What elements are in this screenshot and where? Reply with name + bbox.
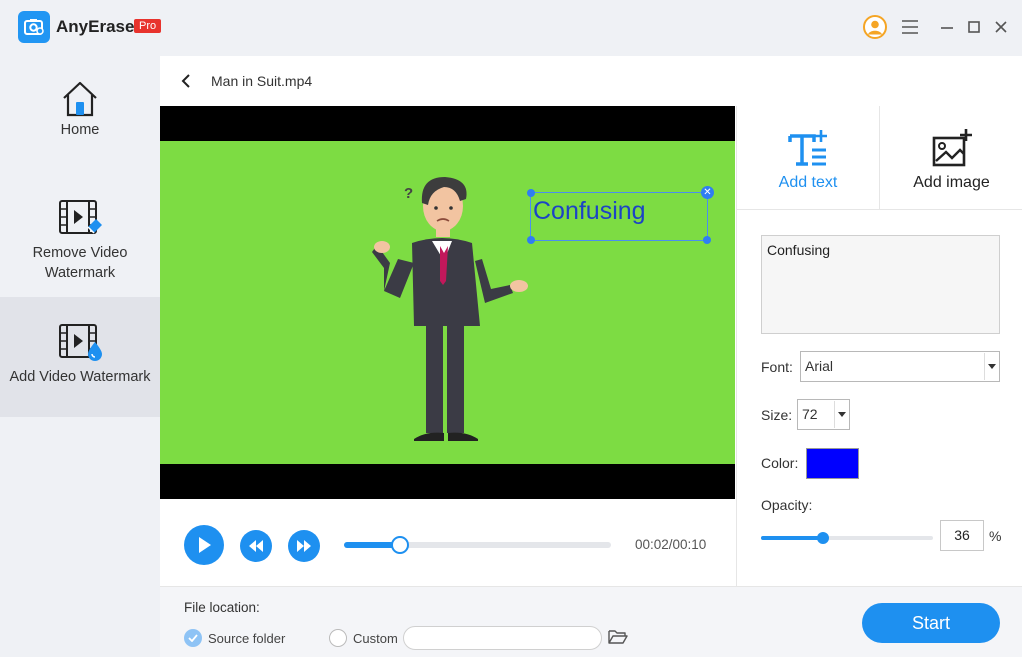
playback-progress-thumb[interactable] (391, 536, 410, 554)
add-image-icon (932, 129, 972, 167)
playback-time: 00:02/00:10 (635, 537, 707, 552)
watermark-settings-panel: Add text Add image Confusing Font: Arial… (736, 106, 1022, 586)
main-panel: Man in Suit.mp4 ? Confusing ✕ 00:02/00:1… (160, 56, 1022, 657)
pro-badge: Pro (134, 19, 162, 33)
add-video-watermark-icon (59, 324, 102, 361)
sidebar: Home Remove Video Watermark Add Video Wa… (0, 56, 160, 657)
file-header: Man in Suit.mp4 (160, 56, 1022, 106)
resize-handle-top-left[interactable] (527, 189, 535, 197)
player-controls: 00:02/00:10 (160, 499, 735, 586)
custom-path-input[interactable] (403, 626, 602, 650)
fast-forward-button[interactable] (288, 530, 320, 562)
custom-radio[interactable] (329, 629, 347, 647)
file-title: Man in Suit.mp4 (211, 73, 313, 89)
tab-add-image-label: Add image (913, 174, 990, 191)
video-preview: ? Confusing ✕ (160, 106, 735, 499)
maximize-icon[interactable] (963, 15, 985, 39)
sidebar-item-label: Home (60, 122, 100, 138)
remove-watermark-close-icon[interactable]: ✕ (701, 186, 714, 199)
sidebar-item-label: Remove Video Watermark (32, 245, 128, 281)
file-location-label: File location: (184, 600, 260, 615)
watermark-text-input[interactable]: Confusing (761, 235, 1000, 334)
size-select-value: 72 (802, 406, 818, 422)
check-icon (188, 634, 198, 642)
size-select[interactable]: 72 (797, 399, 850, 430)
sidebar-item-remove-video-watermark[interactable]: Remove Video Watermark (0, 197, 160, 297)
resize-handle-bottom-left[interactable] (527, 236, 535, 244)
sidebar-item-label: Add Video Watermark (9, 369, 151, 385)
question-mark: ? (404, 185, 413, 202)
color-label: Color: (761, 455, 799, 471)
resize-handle-bottom-right[interactable] (703, 236, 711, 244)
opacity-slider-fill (761, 536, 823, 540)
home-icon (63, 81, 97, 117)
font-select-value: Arial (805, 358, 834, 374)
playback-progress-bar[interactable] (344, 536, 611, 554)
color-swatch[interactable] (806, 448, 859, 479)
start-button[interactable]: Start (862, 603, 1000, 643)
app-logo-icon (18, 11, 50, 43)
opacity-unit: % (989, 528, 1002, 544)
account-icon[interactable] (862, 15, 888, 39)
source-folder-label: Source folder (208, 631, 286, 646)
title-bar: AnyErase Pro (0, 0, 1022, 56)
font-select[interactable]: Arial (800, 351, 1000, 382)
folder-icon[interactable] (608, 629, 628, 650)
chevron-down-icon (834, 401, 848, 428)
remove-video-watermark-icon (59, 200, 102, 234)
back-button[interactable] (178, 72, 194, 90)
menu-icon[interactable] (899, 15, 921, 39)
close-icon[interactable] (990, 15, 1012, 39)
opacity-slider[interactable] (761, 532, 933, 544)
font-label: Font: (761, 359, 793, 375)
play-button[interactable] (184, 525, 224, 565)
chevron-left-icon (181, 74, 190, 88)
watermark-text: Confusing (533, 197, 646, 225)
chevron-down-icon (984, 353, 998, 380)
bottom-bar: File location: Source folder Custom Star… (160, 586, 1022, 657)
watermark-text-box[interactable]: Confusing ✕ (527, 186, 714, 244)
source-folder-radio[interactable] (184, 629, 202, 647)
sidebar-item-add-video-watermark[interactable]: Add Video Watermark (0, 297, 160, 417)
sidebar-item-home[interactable]: Home (0, 78, 160, 178)
play-icon (199, 537, 211, 553)
fast-forward-icon (297, 540, 311, 552)
tab-add-image[interactable]: Add image (880, 106, 1022, 210)
rewind-button[interactable] (240, 530, 272, 562)
tab-add-text-label: Add text (778, 174, 838, 191)
man-in-suit-illustration: ? (372, 177, 528, 441)
custom-label: Custom (353, 631, 398, 646)
opacity-slider-thumb[interactable] (816, 532, 829, 544)
opacity-label: Opacity: (761, 497, 813, 513)
tab-add-text[interactable]: Add text (737, 106, 880, 210)
app-name: AnyErase (56, 17, 135, 36)
minimize-icon[interactable] (936, 15, 958, 39)
rewind-icon (249, 540, 263, 552)
add-text-icon (788, 130, 827, 166)
video-frame: ? Confusing ✕ (160, 141, 735, 464)
opacity-input[interactable]: 36 (940, 520, 984, 551)
size-label: Size: (761, 407, 793, 423)
